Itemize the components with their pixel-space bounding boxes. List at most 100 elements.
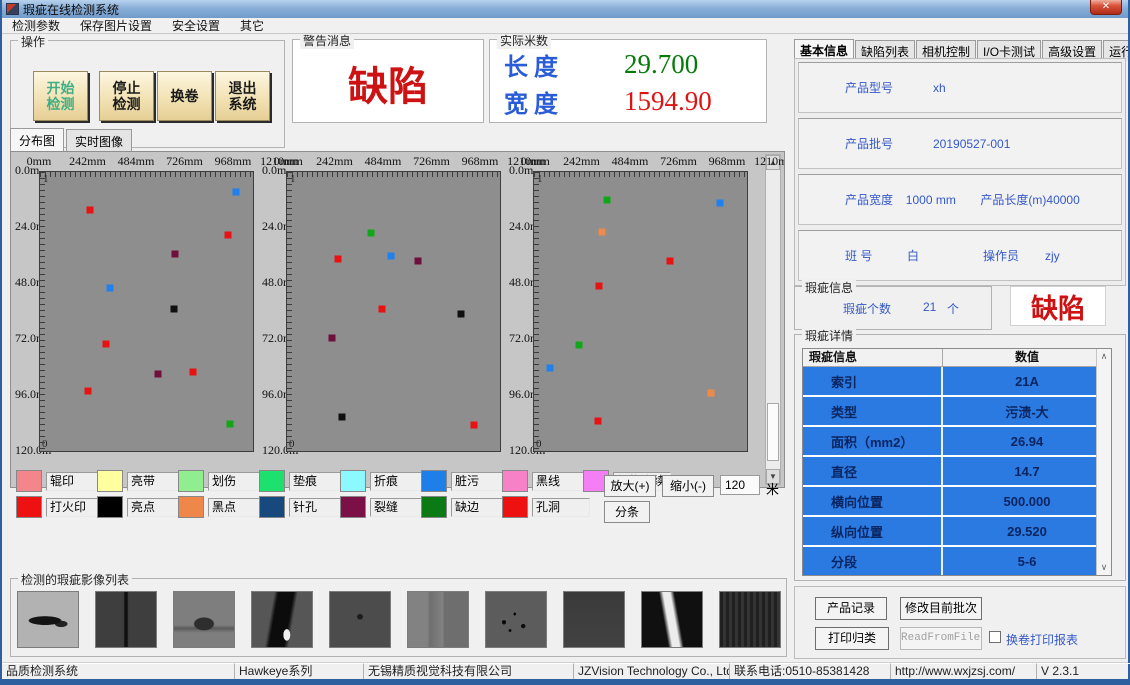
defect-point-孔洞[interactable] xyxy=(334,255,341,262)
modify-batch-button[interactable]: 修改目前批次 xyxy=(900,597,982,620)
right-tab-1[interactable]: 基本信息 xyxy=(794,39,854,60)
scatter-plot-1[interactable]: 10 xyxy=(39,171,254,452)
defect-thumbnail-9[interactable] xyxy=(641,591,703,648)
legend-swatch xyxy=(502,470,528,492)
defect-point-亮点[interactable] xyxy=(458,310,465,317)
scatter-plot-2[interactable]: 10 xyxy=(286,171,501,452)
defect-count-label: 瑕疵个数 xyxy=(843,300,891,317)
x-tick-label: 242mm xyxy=(316,154,353,169)
split-button[interactable]: 分条 xyxy=(604,501,650,523)
defect-thumbnail-3[interactable] xyxy=(173,591,235,648)
legend-swatch xyxy=(259,470,285,492)
view-tab-2[interactable]: 实时图像 xyxy=(66,129,132,152)
op-button-1[interactable]: 开始 检测 xyxy=(33,71,88,121)
table-row-2[interactable]: 类型污渍-大 xyxy=(803,397,1111,425)
defect-thumbnail-7[interactable] xyxy=(485,591,547,648)
defect-point-脏污[interactable] xyxy=(232,189,239,196)
scrollbar-thumb[interactable] xyxy=(767,403,779,461)
print-report-checkbox-label[interactable]: 换卷打印报表 xyxy=(1006,631,1078,648)
defect-point-裂缝[interactable] xyxy=(172,251,179,258)
table-body: 索引21A类型污渍-大面积（mm2）26.94直径14.7横向位置500.000… xyxy=(803,367,1111,575)
defect-point-孔洞[interactable] xyxy=(86,206,93,213)
defect-summary-group: 瑕疵信息 瑕疵个数 21 个 xyxy=(794,286,992,330)
x-tick-label: 484mm xyxy=(612,154,649,169)
defect-point-孔洞[interactable] xyxy=(667,258,674,265)
range-input[interactable]: 120 xyxy=(720,475,760,495)
defect-point-脏污[interactable] xyxy=(547,365,554,372)
table-row-3[interactable]: 面积（mm2）26.94 xyxy=(803,427,1111,455)
scatter-plot-3[interactable]: 10 xyxy=(533,171,748,452)
defect-point-孔洞[interactable] xyxy=(102,340,109,347)
table-row-4[interactable]: 直径14.7 xyxy=(803,457,1111,485)
print-classify-button[interactable]: 打印归类 xyxy=(815,627,889,650)
table-row-1[interactable]: 索引21A xyxy=(803,367,1111,395)
field-label: 产品型号 xyxy=(845,79,933,96)
defect-point-缺边[interactable] xyxy=(227,421,234,428)
defect-point-亮点[interactable] xyxy=(170,305,177,312)
close-button[interactable]: ✕ xyxy=(1090,0,1122,15)
defect-point-脏污[interactable] xyxy=(387,252,394,259)
defect-point-黑点[interactable] xyxy=(599,228,606,235)
defect-point-亮点[interactable] xyxy=(339,413,346,420)
defect-point-孔洞[interactable] xyxy=(379,305,386,312)
defect-point-缺边[interactable] xyxy=(368,229,375,236)
menu-item-2[interactable]: 保存图片设置 xyxy=(70,17,162,34)
op-button-4[interactable]: 退出 系统 xyxy=(215,71,270,121)
op-button-2[interactable]: 停止 检测 xyxy=(99,71,154,121)
defect-point-缺边[interactable] xyxy=(575,342,582,349)
defect-point-裂缝[interactable] xyxy=(414,258,421,265)
defect-point-孔洞[interactable] xyxy=(471,421,478,428)
defect-detail-title: 瑕疵详情 xyxy=(802,327,856,344)
menu-bar: 检测参数保存图片设置安全设置其它 xyxy=(2,18,1128,34)
warning-group: 警告消息 缺陷 xyxy=(292,39,484,123)
table-scroll-down-icon[interactable]: ∨ xyxy=(1097,560,1111,575)
op-button-3[interactable]: 换卷 xyxy=(157,71,212,121)
defect-point-孔洞[interactable] xyxy=(596,283,603,290)
x-tick-label: 968mm xyxy=(462,154,499,169)
zoom-in-button[interactable]: 放大(+) xyxy=(604,475,656,497)
defect-thumbnail-8[interactable] xyxy=(563,591,625,648)
x-tick-label: 484mm xyxy=(118,154,155,169)
defect-thumbnail-5[interactable] xyxy=(329,591,391,648)
product-record-button[interactable]: 产品记录 xyxy=(815,597,887,620)
defect-point-缺边[interactable] xyxy=(604,196,611,203)
legend-item-黑线: 黑线 xyxy=(502,470,592,494)
defect-point-裂缝[interactable] xyxy=(154,370,161,377)
legend-item-辊印: 辊印 xyxy=(16,470,106,494)
chart-scrollbar[interactable]: ▲ ▼ xyxy=(765,154,781,485)
defect-point-孔洞[interactable] xyxy=(224,231,231,238)
defect-point-孔洞[interactable] xyxy=(595,417,602,424)
table-row-6[interactable]: 纵向位置29.520 xyxy=(803,517,1111,545)
zoom-out-button[interactable]: 缩小(-) xyxy=(662,475,714,497)
defect-point-孔洞[interactable] xyxy=(84,388,91,395)
chart-area: ▲ ▼ 0mm242mm484mm726mm968mm1210mm0.0m24.… xyxy=(10,151,785,488)
table-row-5[interactable]: 横向位置500.000 xyxy=(803,487,1111,515)
legend-item-裂缝: 裂缝 xyxy=(340,496,430,520)
length-value: 29.700 xyxy=(624,49,698,80)
defect-thumbnail-4[interactable] xyxy=(251,591,313,648)
menu-item-3[interactable]: 安全设置 xyxy=(162,17,230,34)
legend-swatch xyxy=(421,496,447,518)
print-report-checkbox[interactable] xyxy=(989,631,1001,643)
view-tab-1[interactable]: 分布图 xyxy=(10,128,64,151)
defect-point-脏污[interactable] xyxy=(106,285,113,292)
menu-item-1[interactable]: 检测参数 xyxy=(2,17,70,34)
legend-item-针孔: 针孔 xyxy=(259,496,349,520)
chart-panel-3: 0mm242mm484mm726mm968mm1210mm0.0m24.0m48… xyxy=(509,154,759,484)
table-row-7[interactable]: 分段5-6 xyxy=(803,547,1111,575)
row-value: 污渍-大 xyxy=(943,397,1111,425)
defect-thumbnail-1[interactable] xyxy=(17,591,79,648)
defect-point-裂缝[interactable] xyxy=(328,335,335,342)
row-label: 直径 xyxy=(803,457,943,485)
defect-point-脏污[interactable] xyxy=(716,199,723,206)
defect-thumbnail-10[interactable] xyxy=(719,591,781,648)
defect-point-孔洞[interactable] xyxy=(189,369,196,376)
table-scrollbar[interactable]: ∧ ∨ xyxy=(1096,349,1111,575)
menu-item-4[interactable]: 其它 xyxy=(230,17,274,34)
segment-number-note: 1 xyxy=(537,173,543,185)
defect-thumbnail-6[interactable] xyxy=(407,591,469,648)
defect-point-黑点[interactable] xyxy=(707,389,714,396)
legend-label: 辊印 xyxy=(46,472,104,491)
defect-thumbnail-2[interactable] xyxy=(95,591,157,648)
table-scroll-up-icon[interactable]: ∧ xyxy=(1097,349,1111,364)
